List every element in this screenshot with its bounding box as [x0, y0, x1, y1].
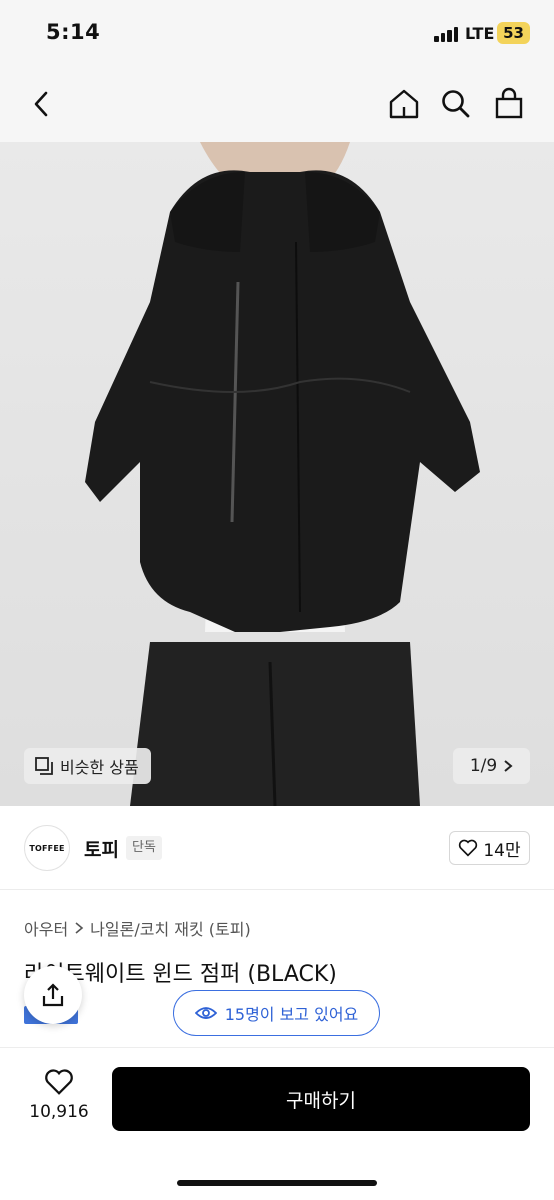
search-icon[interactable]: [436, 84, 476, 124]
top-nav-bar: [0, 66, 554, 142]
viewers-badge: 15명이 보고 있어요: [173, 990, 380, 1036]
chevron-right-icon: [504, 760, 513, 772]
similar-products-label: 비슷한 상품: [60, 758, 139, 777]
network-label: LTE: [465, 24, 495, 43]
status-time: 5:14: [46, 20, 101, 44]
chevron-left-icon[interactable]: [22, 84, 62, 124]
shopping-bag-icon[interactable]: [489, 84, 529, 124]
signal-icon: [434, 26, 460, 42]
buy-button[interactable]: 구매하기: [112, 1067, 530, 1131]
chevron-right-icon: [75, 922, 84, 934]
brand-like-count: 14만: [483, 840, 521, 861]
brand-row: TOFFEE 토피 단독 14만: [0, 806, 554, 890]
heart-icon: [45, 1069, 73, 1095]
home-indicator: [177, 1180, 377, 1186]
breadcrumb-item[interactable]: 아우터: [24, 916, 68, 940]
breadcrumb-item[interactable]: 나일론/코치 재킷 (토피): [90, 916, 251, 940]
breadcrumb: 아우터 나일론/코치 재킷 (토피): [24, 916, 251, 940]
brand-name[interactable]: 토피: [84, 835, 119, 862]
heart-icon: [459, 839, 478, 857]
product-image-carousel[interactable]: 비슷한 상품 1/9: [0, 142, 554, 806]
viewers-label: 15명이 보고 있어요: [224, 1005, 359, 1024]
battery-icon: 53: [497, 22, 530, 44]
wishlist-count: 10,916: [29, 1102, 89, 1122]
eye-icon: [194, 1007, 217, 1019]
status-bar: 5:14 LTE 53: [0, 0, 554, 66]
image-counter[interactable]: 1/9: [453, 748, 530, 784]
share-button[interactable]: [24, 966, 82, 1024]
brand-logo[interactable]: TOFFEE: [24, 825, 70, 871]
exclusive-badge: 단독: [126, 836, 162, 860]
brand-like-button[interactable]: 14만: [449, 831, 530, 865]
home-icon[interactable]: [384, 84, 424, 124]
product-photo: [85, 142, 480, 806]
similar-products-button[interactable]: 비슷한 상품: [24, 748, 151, 784]
share-icon: [42, 983, 64, 1007]
image-counter-label: 1/9: [469, 756, 498, 776]
wishlist-button[interactable]: 10,916: [24, 1068, 94, 1122]
similar-icon: [35, 757, 53, 775]
